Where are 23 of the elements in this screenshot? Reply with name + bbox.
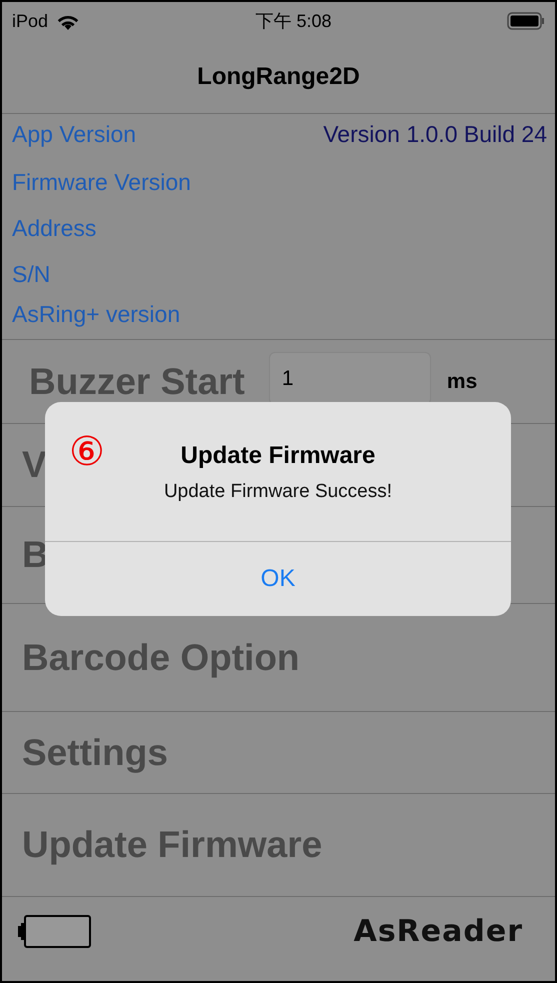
buzzer-field[interactable]: 1 bbox=[268, 352, 431, 405]
device-name: iPod bbox=[12, 10, 48, 32]
menu-item[interactable]: Settings bbox=[22, 724, 168, 780]
brand-logo: AsReader bbox=[354, 913, 523, 951]
info-label: S/N bbox=[12, 262, 50, 286]
nav-title: LongRange2D bbox=[197, 62, 360, 92]
battery-icon bbox=[506, 12, 545, 30]
alert-title: Update Firmware bbox=[180, 441, 376, 471]
menu-item[interactable]: V bbox=[22, 437, 47, 493]
info-value: Version 1.0.0 Build 24 bbox=[323, 120, 547, 149]
menu-item[interactable]: Update Firmware bbox=[22, 817, 322, 873]
step-marker: ⑥ bbox=[69, 432, 105, 472]
info-label: AsRing+ version bbox=[12, 302, 180, 326]
alert-message: Update Firmware Success! bbox=[164, 480, 392, 504]
info-label: App Version bbox=[12, 122, 136, 146]
buzzer-label: Buzzer Start bbox=[29, 360, 245, 404]
battery-icon bbox=[18, 914, 92, 948]
info-label: Address bbox=[12, 216, 96, 240]
ok-button[interactable]: OK bbox=[45, 541, 511, 616]
menu-item[interactable]: Barcode Option bbox=[22, 630, 300, 686]
unit-label: ms bbox=[446, 368, 478, 395]
info-label: Firmware Version bbox=[12, 170, 191, 194]
clock-time: 下午 5:08 bbox=[255, 10, 332, 32]
